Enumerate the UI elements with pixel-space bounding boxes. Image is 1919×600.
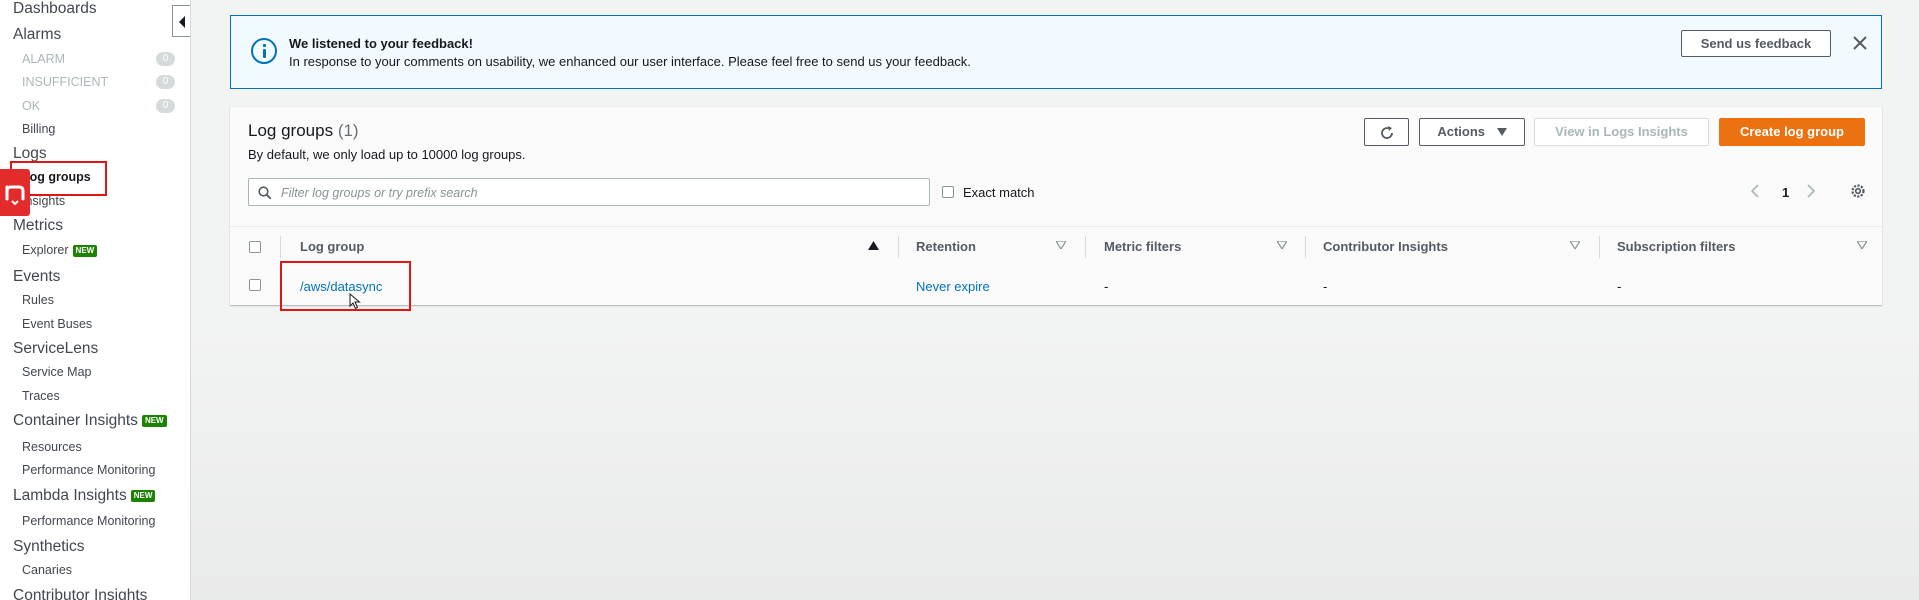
filter-log-groups-input[interactable] bbox=[279, 182, 923, 204]
sidebar-nav: Dashboards Alarms ALARM 0 INSUFFICIENT 0… bbox=[0, 0, 191, 600]
sidebar-item-rules[interactable]: Rules bbox=[22, 293, 54, 307]
actions-label: Actions bbox=[1437, 124, 1486, 139]
send-feedback-button[interactable]: Send us feedback bbox=[1681, 30, 1831, 57]
refresh-button[interactable] bbox=[1364, 118, 1409, 146]
sidebar-item-alarms[interactable]: Alarms bbox=[13, 26, 61, 44]
recorder-logo-icon bbox=[5, 185, 25, 206]
retention-link[interactable]: Never expire bbox=[916, 279, 990, 294]
sidebar-item-ok-state[interactable]: OK bbox=[22, 99, 40, 113]
info-icon bbox=[251, 38, 277, 64]
sidebar-item-billing[interactable]: Billing bbox=[22, 122, 55, 136]
column-header-contributor-insights[interactable]: Contributor Insights bbox=[1323, 239, 1448, 254]
log-groups-panel: Log groups (1) By default, we only load … bbox=[230, 106, 1882, 305]
sort-ascending-icon[interactable] bbox=[868, 241, 879, 250]
close-icon[interactable] bbox=[1851, 34, 1869, 52]
table-header: Log group Retention Metric filters Contr… bbox=[230, 226, 1882, 268]
recorder-badge[interactable] bbox=[0, 169, 30, 216]
caret-left-icon bbox=[179, 16, 185, 28]
log-group-count: (1) bbox=[337, 121, 359, 140]
new-badge: NEW bbox=[72, 244, 98, 257]
ok-count-badge: 0 bbox=[156, 99, 175, 113]
mouse-cursor-icon bbox=[349, 293, 361, 310]
page-number[interactable]: 1 bbox=[1782, 185, 1789, 200]
container-insights-label: Container Insights bbox=[13, 412, 138, 429]
sidebar-item-lambda-insights[interactable]: Lambda Insights NEW bbox=[13, 487, 156, 505]
banner-title: We listened to your feedback! bbox=[289, 36, 473, 51]
chevron-left-icon[interactable] bbox=[1750, 184, 1760, 198]
sort-icon[interactable] bbox=[1277, 241, 1287, 249]
subscription-filters-cell: - bbox=[1617, 279, 1622, 294]
gear-icon[interactable] bbox=[1850, 183, 1866, 199]
sidebar-item-event-buses[interactable]: Event Buses bbox=[22, 317, 92, 331]
highlight-box bbox=[280, 261, 411, 311]
column-header-retention[interactable]: Retention bbox=[916, 239, 976, 254]
sidebar-item-metrics[interactable]: Metrics bbox=[13, 217, 63, 235]
sidebar-item-dashboards[interactable]: Dashboards bbox=[13, 0, 97, 18]
sidebar-item-container-insights[interactable]: Container Insights NEW bbox=[13, 412, 167, 430]
sidebar-item-insufficient-state[interactable]: INSUFFICIENT bbox=[22, 75, 108, 89]
contributor-insights-cell: - bbox=[1323, 279, 1328, 294]
sidebar-item-performance-monitoring[interactable]: Performance Monitoring bbox=[22, 463, 155, 477]
column-divider bbox=[1305, 236, 1306, 258]
panel-description: By default, we only load up to 10000 log… bbox=[248, 147, 526, 162]
collapse-sidebar-button[interactable] bbox=[172, 5, 190, 37]
filter-search-box bbox=[248, 178, 930, 206]
new-badge: NEW bbox=[141, 414, 167, 427]
actions-dropdown[interactable]: Actions bbox=[1419, 118, 1525, 146]
sidebar-item-servicelens[interactable]: ServiceLens bbox=[13, 340, 98, 358]
sidebar-item-explorer[interactable]: Explorer NEW bbox=[22, 243, 98, 257]
chevron-right-icon[interactable] bbox=[1806, 184, 1816, 198]
sort-icon[interactable] bbox=[1570, 241, 1580, 249]
metric-filters-cell: - bbox=[1104, 279, 1109, 294]
sidebar-item-lambda-performance-monitoring[interactable]: Performance Monitoring bbox=[22, 514, 155, 528]
column-divider bbox=[898, 236, 899, 258]
column-header-log-group[interactable]: Log group bbox=[300, 239, 364, 254]
sidebar-item-canaries[interactable]: Canaries bbox=[22, 563, 72, 577]
view-in-logs-insights-button[interactable]: View in Logs Insights bbox=[1534, 118, 1709, 146]
panel-title-text: Log groups bbox=[248, 121, 334, 140]
column-divider bbox=[1085, 236, 1086, 258]
select-all-checkbox[interactable] bbox=[249, 241, 261, 253]
lambda-insights-label: Lambda Insights bbox=[13, 487, 127, 504]
sidebar-item-synthetics[interactable]: Synthetics bbox=[13, 538, 85, 556]
sort-icon[interactable] bbox=[1857, 241, 1867, 249]
sidebar-item-traces[interactable]: Traces bbox=[22, 389, 60, 403]
panel-title: Log groups (1) bbox=[248, 121, 359, 141]
feedback-flash-banner: We listened to your feedback! In respons… bbox=[230, 15, 1882, 89]
caret-down-icon bbox=[1496, 128, 1507, 136]
column-header-metric-filters[interactable]: Metric filters bbox=[1104, 239, 1181, 254]
search-icon bbox=[258, 186, 272, 200]
sort-icon[interactable] bbox=[1056, 241, 1066, 249]
exact-match-checkbox[interactable] bbox=[942, 186, 954, 198]
column-header-subscription-filters[interactable]: Subscription filters bbox=[1617, 239, 1735, 254]
sidebar-item-contributor-insights[interactable]: Contributor Insights bbox=[13, 587, 147, 600]
table-row: /aws/datasync Never expire - - - bbox=[230, 266, 1882, 304]
sidebar-item-resources[interactable]: Resources bbox=[22, 440, 82, 454]
sidebar-item-alarm-state[interactable]: ALARM bbox=[22, 52, 65, 66]
create-log-group-button[interactable]: Create log group bbox=[1719, 118, 1865, 146]
alarm-count-badge: 0 bbox=[156, 52, 175, 66]
new-badge: NEW bbox=[130, 489, 156, 502]
exact-match-label: Exact match bbox=[963, 185, 1035, 200]
banner-text: In response to your comments on usabilit… bbox=[289, 54, 971, 69]
column-divider bbox=[280, 236, 281, 258]
column-divider bbox=[1599, 236, 1600, 258]
sidebar-item-events[interactable]: Events bbox=[13, 268, 60, 286]
row-checkbox[interactable] bbox=[249, 279, 261, 291]
explorer-label: Explorer bbox=[22, 243, 69, 257]
sidebar-item-service-map[interactable]: Service Map bbox=[22, 365, 91, 379]
insufficient-count-badge: 0 bbox=[156, 75, 175, 89]
refresh-icon bbox=[1381, 126, 1393, 139]
